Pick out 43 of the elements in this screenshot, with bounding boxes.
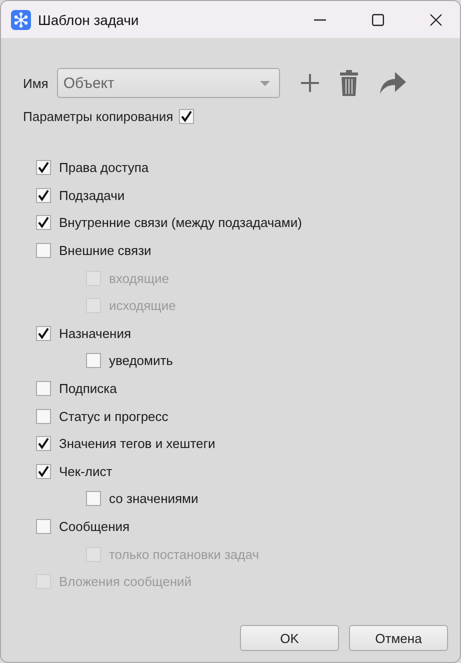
name-label: Имя xyxy=(23,76,48,90)
checkbox[interactable] xyxy=(86,491,101,506)
share-arrow-icon[interactable] xyxy=(380,72,406,94)
checkbox[interactable] xyxy=(36,436,51,452)
app-logo-icon xyxy=(11,10,31,30)
close-icon[interactable] xyxy=(430,14,442,26)
copy-params-label: Параметры копирования xyxy=(23,109,174,124)
checkbox[interactable] xyxy=(179,109,194,124)
ok-button[interactable]: OK xyxy=(240,625,339,651)
option-label: Подзадачи xyxy=(59,188,125,203)
option-label: Внутренние связи (между подзадачами) xyxy=(59,215,302,230)
checkbox[interactable] xyxy=(36,381,51,396)
option-label: Назначения xyxy=(59,326,132,341)
checkbox[interactable] xyxy=(36,188,51,203)
checkbox[interactable] xyxy=(36,160,51,176)
trash-icon[interactable] xyxy=(340,70,358,96)
option-label: исходящие xyxy=(109,298,176,314)
option-label: Чек-лист xyxy=(59,464,112,479)
checkbox[interactable] xyxy=(36,464,51,479)
option-label: Подписка xyxy=(59,381,117,396)
minimize-icon[interactable] xyxy=(314,18,326,20)
name-dropdown[interactable]: Объект xyxy=(57,68,280,98)
cancel-button[interactable]: Отмена xyxy=(349,625,448,651)
option-label: только постановки задач xyxy=(109,546,259,562)
option-label: Сообщения xyxy=(59,519,130,534)
option-label: Значения тегов и хештеги xyxy=(59,436,216,452)
maximize-icon[interactable] xyxy=(372,14,384,26)
option-label: входящие xyxy=(109,270,170,286)
window-title: Шаблон задачи xyxy=(38,12,139,28)
option-label: Вложения сообщений xyxy=(59,574,192,590)
plus-icon[interactable] xyxy=(301,74,320,92)
checkbox[interactable] xyxy=(86,353,101,368)
option-label: Статус и прогресс xyxy=(59,408,168,424)
checkbox[interactable] xyxy=(36,326,51,341)
checkbox[interactable] xyxy=(36,408,51,424)
checkbox[interactable] xyxy=(36,215,51,230)
checkbox[interactable] xyxy=(36,243,51,258)
checkbox[interactable] xyxy=(36,519,51,534)
option-label: со значениями xyxy=(109,491,198,506)
option-label: уведомить xyxy=(109,353,173,368)
caret-icon xyxy=(260,80,270,86)
option-label: Права доступа xyxy=(59,160,149,176)
option-label: Внешние связи xyxy=(59,243,152,258)
